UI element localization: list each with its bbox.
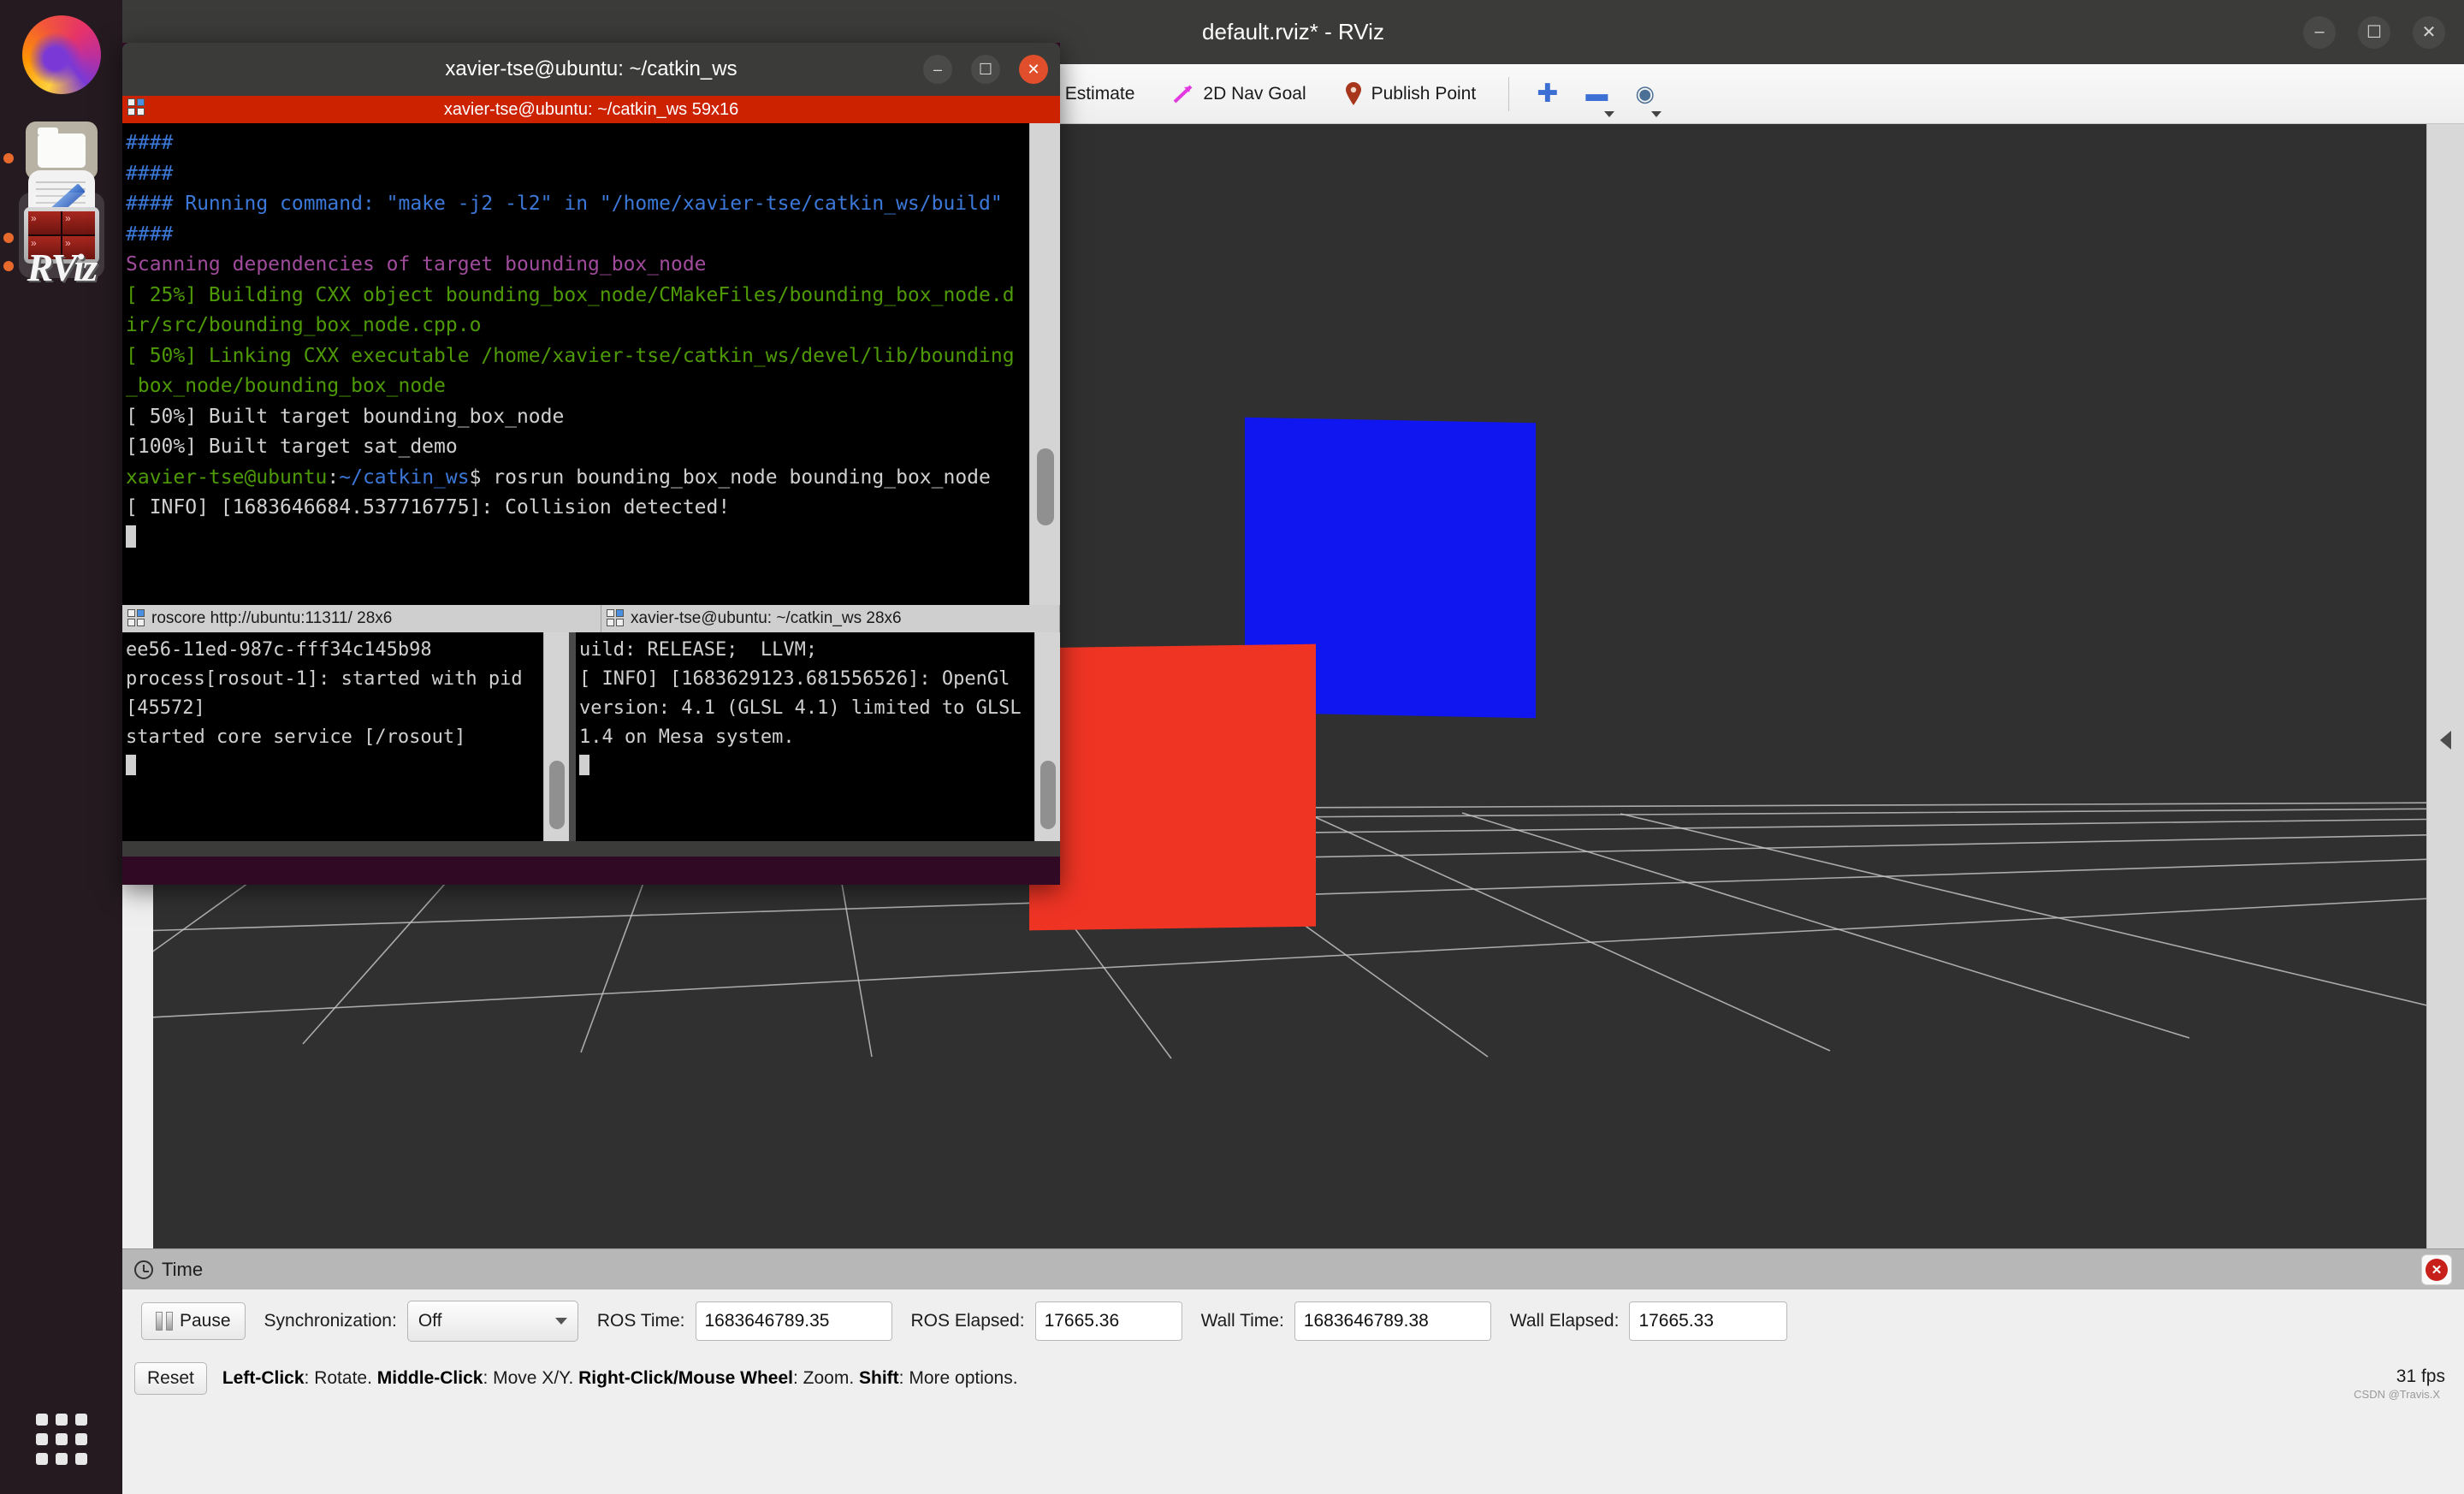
ros-time-input[interactable]: 1683646789.35 xyxy=(695,1301,892,1341)
dock-item-firefox[interactable] xyxy=(19,12,104,98)
terminal-pane-catkin-ws[interactable]: uild: RELEASE; LLVM;[ INFO] [1683629123.… xyxy=(576,632,1060,841)
chevron-down-icon-2[interactable] xyxy=(1651,110,1662,117)
wall-time-input[interactable]: 1683646789.38 xyxy=(1294,1301,1491,1341)
terminal-footer xyxy=(122,841,1060,857)
terminal-main-pane[interactable]: #### #### #### Running command: "make -j2 … xyxy=(122,123,1060,605)
terminal-titlebar: xavier-tse@ubuntu: ~/catkin_ws – ☐ ✕ xyxy=(122,43,1060,96)
catkin-ws-scrollbar[interactable] xyxy=(1034,632,1060,841)
rviz-maximize-button[interactable]: ☐ xyxy=(2358,15,2390,49)
right-panel-expander[interactable] xyxy=(2426,124,2464,1356)
pane-tab-roscore[interactable]: roscore http://ubuntu:11311/ 28x6 xyxy=(122,605,601,632)
terminal-window-title: xavier-tse@ubuntu: ~/catkin_ws xyxy=(445,57,737,80)
chevron-down-icon[interactable] xyxy=(1604,110,1615,117)
terminal-pane-tabs: roscore http://ubuntu:11311/ 28x6 xavier… xyxy=(122,605,1060,632)
running-dot-text-editor xyxy=(3,153,14,163)
chevron-left-icon xyxy=(2440,731,2451,750)
wall-elapsed-input[interactable]: 17665.33 xyxy=(1629,1301,1788,1341)
reset-button-label: Reset xyxy=(147,1368,194,1388)
dock-item-rviz[interactable]: RViz xyxy=(19,224,104,310)
terminal-window-controls: – ☐ ✕ xyxy=(923,43,1048,96)
view-tool-button[interactable]: ◉ xyxy=(1621,64,1668,124)
magenta-arrow-icon xyxy=(1172,83,1194,105)
fps-indicator: 31 fps xyxy=(2396,1367,2445,1386)
synchronization-select[interactable]: Off xyxy=(406,1301,578,1342)
time-panel-header: Time ✕ xyxy=(122,1248,2464,1289)
pause-button-label: Pause xyxy=(180,1311,231,1331)
synchronization-value: Off xyxy=(418,1311,442,1331)
ubuntu-dock: RViz xyxy=(0,0,122,1494)
remove-tool-button[interactable]: ▬ xyxy=(1572,64,1621,124)
toolbar-separator xyxy=(1508,76,1510,111)
split-pane-icon-2 xyxy=(127,609,146,628)
pane-tab-roscore-label: roscore http://ubuntu:11311/ 28x6 xyxy=(151,609,393,627)
close-icon: ✕ xyxy=(2426,1259,2448,1281)
eye-icon: ◉ xyxy=(1635,80,1656,106)
terminal-pane-roscore[interactable]: ee56-11ed-987c-fff34c145b98 process[rosou… xyxy=(122,632,569,841)
clock-icon xyxy=(134,1260,153,1279)
pane-tab-catkin-ws-label: xavier-tse@ubuntu: ~/catkin_ws 28x6 xyxy=(631,609,902,627)
rviz-window-title: default.rviz* - RViz xyxy=(1202,19,1384,44)
app-grid-icon xyxy=(36,1414,87,1465)
publish-point-label: Publish Point xyxy=(1371,83,1477,104)
plus-icon: ✚ xyxy=(1537,80,1559,108)
synchronization-label: Synchronization: xyxy=(264,1311,397,1331)
rviz-close-button[interactable]: ✕ xyxy=(2413,15,2445,49)
add-tool-button[interactable]: ✚ xyxy=(1523,64,1572,124)
chevron-down-icon-select xyxy=(554,1318,567,1325)
time-panel-title: Time xyxy=(162,1258,204,1280)
running-dot-rviz xyxy=(3,261,14,271)
minus-icon: ▬ xyxy=(1585,80,1608,106)
rviz-window-controls: – ☐ ✕ xyxy=(2303,0,2445,64)
pane-splitter[interactable] xyxy=(569,632,576,841)
terminal-main-scrollbar[interactable] xyxy=(1029,123,1060,605)
reset-button[interactable]: Reset xyxy=(134,1362,207,1395)
terminal-main-output: #### #### #### Running command: "make -j2 … xyxy=(122,123,1025,554)
terminal-active-tab-label: xavier-tse@ubuntu: ~/catkin_ws 59x16 xyxy=(443,99,739,119)
rviz-minimize-button[interactable]: – xyxy=(2303,15,2336,49)
2d-nav-goal-label: 2D Nav Goal xyxy=(1203,83,1306,104)
time-panel-close-button[interactable]: ✕ xyxy=(2421,1254,2452,1285)
show-applications-button[interactable] xyxy=(19,1396,104,1482)
watermark: CSDN @Travis.X xyxy=(2354,1388,2440,1401)
ros-elapsed-label: ROS Elapsed: xyxy=(910,1311,1025,1331)
split-pane-icon-3 xyxy=(607,609,625,628)
wall-time-label: Wall Time: xyxy=(1200,1311,1284,1331)
mouse-hint-text: Left-Click: Rotate. Middle-Click: Move X… xyxy=(222,1368,1018,1388)
terminal-maximize-button[interactable]: ☐ xyxy=(971,55,1000,84)
pane-tab-catkin-ws[interactable]: xavier-tse@ubuntu: ~/catkin_ws 28x6 xyxy=(601,605,1060,632)
terminal-split-panes: ee56-11ed-987c-fff34c145b98 process[rosou… xyxy=(122,632,1060,841)
roscore-scrollbar[interactable] xyxy=(543,632,569,841)
terminal-active-tab[interactable]: xavier-tse@ubuntu: ~/catkin_ws 59x16 xyxy=(122,96,1060,123)
terminal-window: xavier-tse@ubuntu: ~/catkin_ws – ☐ ✕ xav… xyxy=(122,43,1060,885)
tool-2d-nav-goal[interactable]: 2D Nav Goal xyxy=(1153,64,1324,124)
roscore-output: ee56-11ed-987c-fff34c145b98 process[rosou… xyxy=(122,632,536,781)
terminal-minimize-button[interactable]: – xyxy=(923,55,952,84)
firefox-icon xyxy=(22,15,101,94)
map-pin-icon xyxy=(1344,81,1363,106)
red-box xyxy=(1029,643,1316,931)
ros-elapsed-input[interactable]: 17665.36 xyxy=(1034,1301,1182,1341)
running-dot-terminal xyxy=(3,233,14,243)
wall-elapsed-label: Wall Elapsed: xyxy=(1509,1311,1620,1331)
terminal-close-button[interactable]: ✕ xyxy=(1019,55,1048,84)
pause-button[interactable]: Pause xyxy=(141,1302,246,1340)
time-controls-row: Pause Synchronization: Off ROS Time: 168… xyxy=(122,1289,2464,1353)
rviz-icon: RViz xyxy=(27,245,98,289)
pause-icon xyxy=(156,1312,173,1331)
time-panel: Time ✕ Pause Synchronization: Off ROS Ti… xyxy=(122,1248,2464,1404)
status-bar: Reset Left-Click: Rotate. Middle-Click: … xyxy=(122,1353,2464,1404)
tool-publish-point[interactable]: Publish Point xyxy=(1325,64,1496,124)
ros-time-label: ROS Time: xyxy=(596,1311,685,1331)
catkin-ws-output: uild: RELEASE; LLVM;[ INFO] [1683629123.… xyxy=(576,632,1028,781)
